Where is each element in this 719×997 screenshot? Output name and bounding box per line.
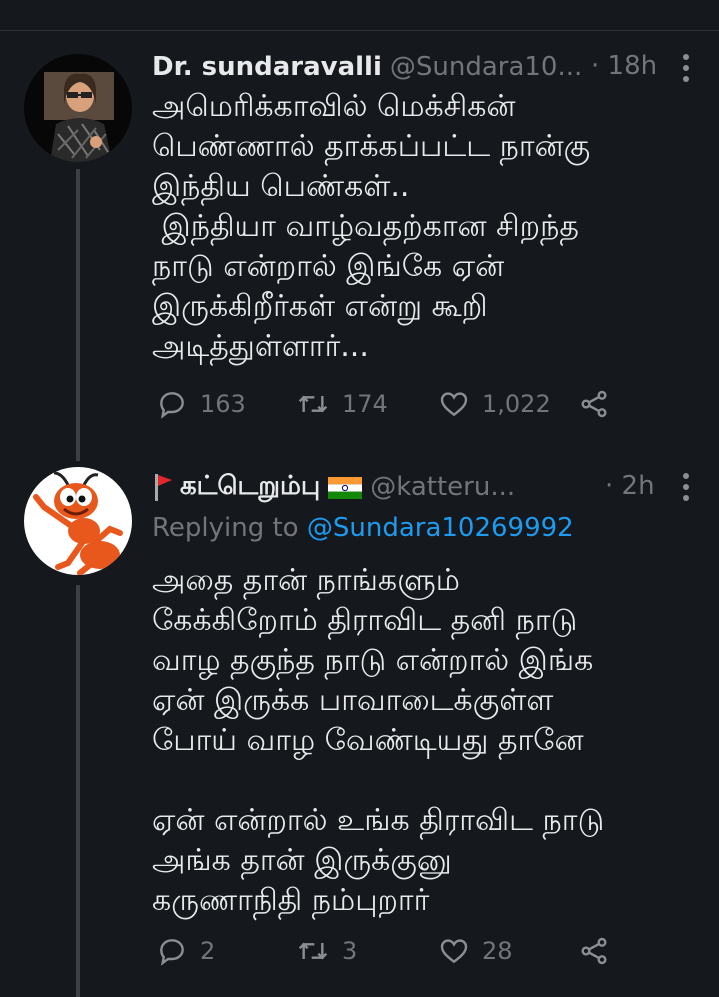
user-handle[interactable]: @katteru... — [370, 472, 515, 502]
retweet-icon — [298, 942, 328, 960]
share-button[interactable] — [578, 931, 610, 971]
timestamp[interactable]: · 2h — [605, 471, 655, 501]
tweet[interactable]: Dr. sundaravalli @Sundara10... · 18h அமெ… — [0, 31, 719, 461]
red-flag-icon — [152, 472, 174, 502]
retweet-count: 3 — [342, 937, 358, 965]
like-button[interactable]: 28 — [438, 931, 513, 971]
reply-icon — [160, 392, 184, 419]
replying-to: Replying to @Sundara10269992 — [152, 513, 574, 543]
tweet[interactable]: கட்டெறும்பு @katteru... · 2h Replying to… — [0, 443, 719, 997]
reply-count: 163 — [200, 390, 246, 418]
tweet-actions: 2 3 28 — [152, 931, 632, 971]
more-icon[interactable] — [683, 473, 689, 501]
share-icon — [581, 390, 607, 418]
tweet-text: அதை தான் நாங்களும் கேக்கிறோம் திராவிட தன… — [152, 563, 605, 918]
thread-line — [76, 443, 80, 459]
share-icon — [581, 937, 607, 965]
reply-button[interactable]: 2 — [156, 931, 215, 971]
reply-button[interactable]: 163 — [156, 384, 246, 424]
india-flag-icon — [328, 476, 363, 499]
retweet-icon — [298, 395, 328, 413]
retweet-button[interactable]: 3 — [296, 931, 357, 971]
display-name[interactable]: கட்டெறும்பு — [180, 471, 320, 504]
timestamp[interactable]: · 18h — [591, 51, 657, 81]
more-icon[interactable] — [683, 54, 689, 82]
like-button[interactable]: 1,022 — [438, 384, 551, 424]
tweet-text: அமெரிக்காவில் மெக்சிகன் பெண்ணால் தாக்கப்… — [152, 89, 591, 364]
replying-label: Replying to — [152, 513, 299, 543]
heart-icon — [440, 392, 468, 417]
retweet-count: 174 — [342, 390, 388, 418]
avatar[interactable] — [24, 467, 132, 575]
user-handle[interactable]: @Sundara10... — [390, 52, 582, 82]
thread-line — [76, 585, 80, 997]
replying-mention[interactable]: @Sundara10269992 — [307, 513, 574, 543]
thread-line — [76, 169, 80, 461]
like-count: 28 — [482, 937, 513, 965]
share-button[interactable] — [578, 384, 610, 424]
avatar[interactable] — [24, 54, 132, 162]
display-name[interactable]: Dr. sundaravalli — [152, 52, 382, 82]
reply-count: 2 — [200, 937, 216, 965]
heart-icon — [440, 939, 468, 964]
retweet-button[interactable]: 174 — [296, 384, 388, 424]
tweet-actions: 163 174 1,022 — [152, 384, 632, 424]
reply-icon — [160, 939, 184, 966]
like-count: 1,022 — [482, 390, 551, 418]
